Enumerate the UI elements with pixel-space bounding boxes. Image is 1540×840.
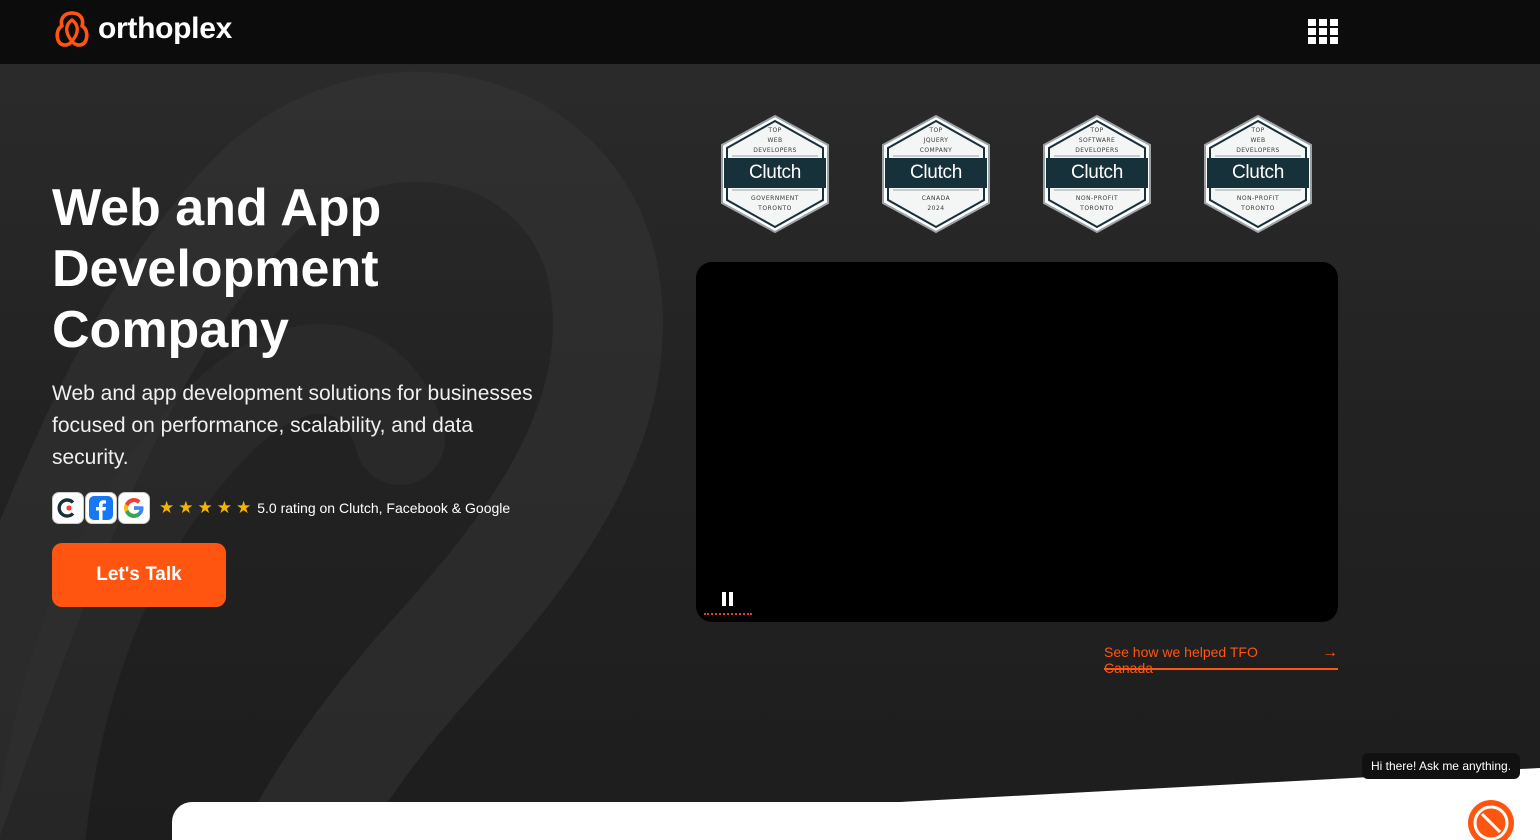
star-rating: ★ ★ ★ ★ ★ (159, 498, 255, 518)
clutch-badge[interactable]: TOP SOFTWARE DEVELOPERS Clutch NON-PROFIT T… (1040, 114, 1154, 234)
badge-bottom-text: NON-PROFIT TORONTO (1236, 195, 1280, 212)
rating-platform-icons (52, 492, 151, 524)
badge-top-text: TOP WEB DEVELOPERS (753, 127, 797, 154)
clutch-badge[interactable]: TOP WEB DEVELOPERS Clutch GOVERNMENT TORONT… (718, 114, 832, 234)
badge-bottom-text: GOVERNMENT TORONTO (751, 195, 799, 212)
focus-outline (704, 613, 752, 615)
star-icon: ★ (216, 498, 232, 518)
grid-menu-icon[interactable] (1308, 19, 1338, 45)
rating-row: ★ ★ ★ ★ ★ 5.0 rating on Clutch, Facebook… (52, 492, 510, 524)
arrow-right-icon: → (1322, 644, 1338, 661)
orthoplex-logo-icon (55, 11, 89, 47)
trusted-by-card (172, 802, 1218, 840)
case-study-link-text: See how we helped TFO Canada (1104, 644, 1258, 676)
rating-text: 5.0 rating on Clutch, Facebook & Google (257, 500, 511, 516)
badge-top-text: TOP WEB DEVELOPERS (1236, 127, 1280, 154)
chat-launcher-icon[interactable] (1468, 800, 1514, 840)
lets-talk-button[interactable]: Let's Talk (52, 543, 226, 607)
badge-brand: Clutch (1231, 162, 1285, 183)
hero-video-player[interactable] (696, 262, 1338, 622)
badge-top-text: TOP JQUERY COMPANY (919, 127, 953, 154)
star-icon: ★ (236, 498, 252, 518)
badge-brand: Clutch (748, 162, 802, 183)
badge-brand: Clutch (1070, 162, 1124, 183)
badge-top-text: TOP SOFTWARE DEVELOPERS (1075, 127, 1119, 154)
badge-bottom-text: NON-PROFIT TORONTO (1075, 195, 1119, 212)
hero-title-line: Company (52, 301, 289, 359)
brand-logo[interactable]: orthoplex (54, 10, 232, 48)
badge-brand: Clutch (909, 162, 963, 183)
site-header: orthoplex (0, 0, 1540, 64)
star-icon: ★ (197, 498, 213, 518)
hero-title-line: Development (52, 240, 379, 298)
clutch-icon (52, 492, 84, 524)
star-icon: ★ (178, 498, 194, 518)
hero-subtitle: Web and app development solutions for bu… (52, 382, 533, 469)
badge-bottom-text: CANADA 2024 (921, 195, 951, 212)
clutch-badge[interactable]: TOP JQUERY COMPANY Clutch CANADA 2024 (879, 114, 993, 234)
pause-icon[interactable] (716, 592, 738, 608)
brand-name: orthoplex (98, 12, 232, 45)
clutch-badge[interactable]: TOP WEB DEVELOPERS Clutch NON-PROFIT TORONT… (1201, 114, 1315, 234)
google-icon (118, 492, 150, 524)
facebook-icon (85, 492, 117, 524)
hero-title: Web and App Development Company (52, 178, 532, 361)
hero-title-line: Web and App (52, 179, 382, 237)
chat-greeting-bubble[interactable]: Hi there! Ask me anything. (1362, 753, 1520, 779)
tfo-case-study-link[interactable]: See how we helped TFO Canada → (1104, 644, 1338, 676)
star-icon: ★ (159, 498, 175, 518)
clutch-badges: TOP WEB DEVELOPERS Clutch GOVERNMENT TORONT… (718, 114, 1338, 236)
